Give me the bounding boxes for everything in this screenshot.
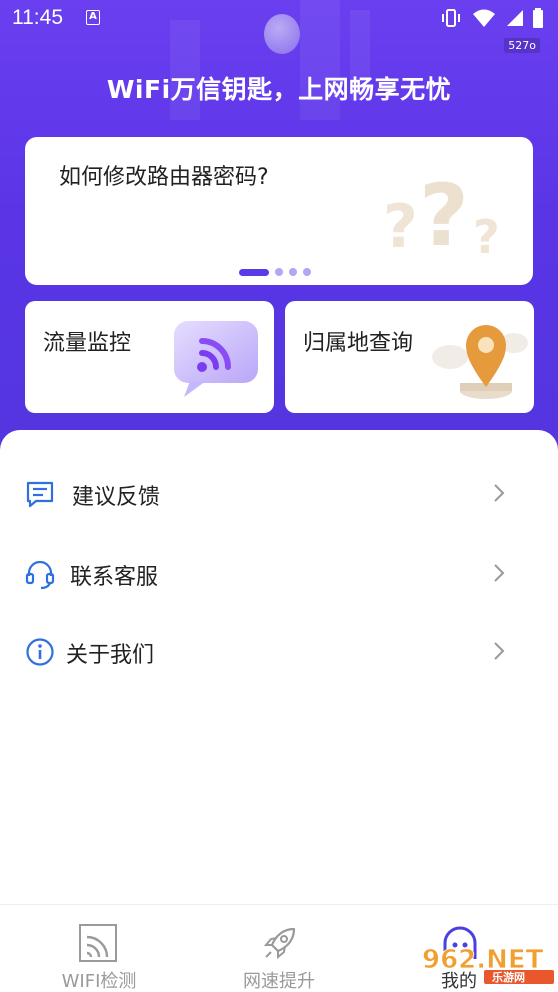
banner-carousel[interactable]: 如何修改路由器密码? ? ? ? — [25, 137, 533, 285]
rocket-icon — [263, 927, 296, 960]
page-headline: WiFi万信钥匙，上网畅享无忧 — [106, 75, 452, 104]
banner-title: 如何修改路由器密码? — [59, 165, 269, 190]
chevron-right-icon — [494, 642, 505, 660]
menu-item-feedback[interactable]: 建议反馈 — [0, 462, 558, 526]
wifi-detect-icon — [79, 924, 117, 962]
vibrate-icon — [442, 9, 460, 27]
status-time: 11:45 — [12, 6, 63, 29]
carousel-dot[interactable] — [289, 268, 297, 276]
network-speed: 527o — [504, 38, 540, 53]
location-query-card[interactable]: 归属地查询 — [285, 301, 534, 413]
chevron-right-icon — [494, 484, 505, 502]
location-pin-icon — [432, 325, 528, 399]
wifi-chat-bubble-icon — [174, 321, 258, 397]
tab-speed-boost[interactable]: 网速提升 — [186, 905, 372, 992]
wifi-signal-icon — [473, 9, 495, 27]
question-marks-icon: ? ? ? — [383, 166, 500, 266]
feedback-icon — [26, 481, 54, 508]
svg-text:?: ? — [473, 210, 500, 264]
watermark-subtext: 乐游网 — [492, 970, 525, 984]
traffic-monitor-label: 流量监控 — [43, 331, 132, 356]
menu-item-about-us[interactable]: 关于我们 — [0, 620, 558, 684]
keyboard-a-icon: A — [86, 10, 100, 25]
tab-wifi-detect[interactable]: WIFI检测 — [6, 905, 192, 992]
headset-icon — [25, 560, 55, 590]
menu-item-label: 联系客服 — [70, 565, 159, 590]
status-bar: 11:45 A 527o — [0, 0, 558, 53]
tab-label: WIFI检测 — [61, 971, 137, 992]
carousel-indicator — [239, 268, 311, 276]
svg-text:?: ? — [419, 166, 469, 266]
menu-item-label: 建议反馈 — [72, 485, 161, 510]
carousel-dot-active[interactable] — [239, 268, 269, 276]
menu-item-label: 关于我们 — [66, 643, 155, 668]
carousel-dot[interactable] — [303, 268, 311, 276]
battery-icon — [533, 8, 543, 28]
svg-text:?: ? — [383, 192, 418, 262]
site-watermark-logo: 962.NET 乐游网 — [422, 945, 554, 984]
menu-item-customer-service[interactable]: 联系客服 — [0, 542, 558, 606]
carousel-dot[interactable] — [275, 268, 283, 276]
tab-label: 网速提升 — [243, 971, 315, 992]
info-icon — [26, 638, 54, 666]
traffic-monitor-card[interactable]: 流量监控 — [25, 301, 274, 413]
cell-signal-icon — [507, 10, 523, 26]
chevron-right-icon — [494, 564, 505, 582]
menu-sheet: 建议反馈 联系客服 关于我们 — [0, 430, 558, 904]
location-query-label: 归属地查询 — [303, 331, 414, 356]
